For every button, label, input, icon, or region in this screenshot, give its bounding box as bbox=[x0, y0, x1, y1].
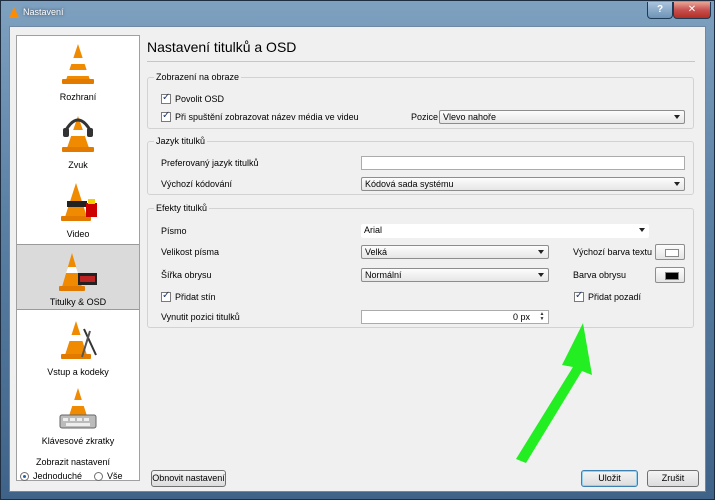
group-title: Efekty titulků bbox=[154, 203, 210, 213]
title-divider bbox=[147, 61, 695, 62]
show-settings-group: Zobrazit nastavení Jednoduché Vše bbox=[16, 457, 140, 487]
font-dropdown[interactable]: Arial bbox=[361, 224, 649, 238]
simple-radio[interactable] bbox=[20, 472, 29, 481]
encoding-label: Výchozí kódování bbox=[161, 179, 233, 189]
close-button[interactable]: ✕ bbox=[673, 2, 711, 19]
font-value: Arial bbox=[364, 225, 383, 235]
sidebar-item-label: Titulky & OSD bbox=[49, 297, 107, 307]
chevron-down-icon bbox=[674, 182, 680, 186]
client-area: Rozhraní Zvuk Video Titulky & OSD Vstup … bbox=[9, 26, 706, 492]
outline-width-value: Normální bbox=[365, 270, 402, 280]
group-title: Jazyk titulků bbox=[154, 136, 208, 146]
position-dropdown[interactable]: Vlevo nahoře bbox=[439, 110, 685, 124]
font-size-dropdown[interactable]: Velká bbox=[361, 245, 549, 259]
force-position-label: Vynutit pozici titulků bbox=[161, 312, 240, 322]
cone-icon bbox=[62, 44, 94, 84]
outline-color-label: Barva obrysu bbox=[573, 270, 627, 280]
reset-preferences-button[interactable]: Obnovit nastavení bbox=[151, 470, 226, 487]
sidebar-item-label: Zvuk bbox=[68, 160, 88, 170]
all-radio-label: Vše bbox=[107, 471, 123, 481]
encoding-dropdown[interactable]: Kódová sada systému bbox=[361, 177, 685, 191]
font-label: Písmo bbox=[161, 226, 187, 236]
cone-keyboard-icon bbox=[59, 388, 97, 429]
sidebar-item-label: Vstup a kodeky bbox=[47, 367, 109, 377]
vlc-cone-icon bbox=[9, 7, 19, 18]
add-shadow-checkbox[interactable] bbox=[161, 290, 171, 302]
chevron-down-icon bbox=[538, 273, 544, 277]
font-size-label: Velikost písma bbox=[161, 247, 220, 257]
cone-clock-icon bbox=[59, 253, 97, 291]
show-media-title-checkbox[interactable] bbox=[161, 110, 171, 122]
add-background-checkbox[interactable] bbox=[574, 290, 584, 302]
sidebar-item-input-codecs[interactable]: Vstup a kodeky bbox=[17, 313, 139, 379]
save-button[interactable]: Uložit bbox=[581, 470, 638, 487]
all-radio[interactable] bbox=[94, 472, 103, 481]
page-title: Nastavení titulků a OSD bbox=[147, 39, 297, 55]
category-sidebar: Rozhraní Zvuk Video Titulky & OSD Vstup … bbox=[16, 35, 140, 481]
sidebar-item-hotkeys[interactable]: Klávesové zkratky bbox=[17, 382, 139, 448]
preferences-window: Nastavení ? ✕ Rozhraní Zvuk Video Titulk… bbox=[0, 0, 715, 500]
sidebar-item-label: Rozhraní bbox=[59, 92, 97, 102]
cone-cables-icon bbox=[61, 321, 97, 359]
effects-group: Efekty titulků Písmo Arial Velikost písm… bbox=[147, 203, 694, 328]
enable-osd-checkbox[interactable] bbox=[161, 92, 171, 104]
outline-color-button[interactable] bbox=[655, 267, 685, 283]
add-background-label: Přidat pozadí bbox=[588, 292, 642, 302]
text-color-label: Výchozí barva textu bbox=[573, 247, 653, 257]
sidebar-item-interface[interactable]: Rozhraní bbox=[17, 38, 139, 104]
cancel-button[interactable]: Zrušit bbox=[647, 470, 699, 487]
annotation-arrow-icon bbox=[516, 323, 592, 463]
force-position-value: 0 px bbox=[512, 312, 530, 322]
language-group: Jazyk titulků Preferovaný jazyk titulků … bbox=[147, 136, 694, 195]
font-size-value: Velká bbox=[365, 247, 388, 257]
outline-width-dropdown[interactable]: Normální bbox=[361, 268, 549, 282]
add-shadow-label: Přidat stín bbox=[175, 292, 216, 302]
sidebar-item-audio[interactable]: Zvuk bbox=[17, 106, 139, 172]
display-group: Zobrazení na obraze Povolit OSD Při spuš… bbox=[147, 72, 694, 129]
force-position-spinbox[interactable]: 0 px ▲ ▼ bbox=[361, 310, 549, 324]
enable-osd-label: Povolit OSD bbox=[175, 94, 225, 104]
outline-width-label: Šířka obrysu bbox=[161, 270, 212, 280]
spin-arrows-icon[interactable]: ▲ ▼ bbox=[537, 312, 547, 322]
show-media-title-label: Při spuštění zobrazovat název média ve v… bbox=[175, 112, 359, 122]
sidebar-item-label: Klávesové zkratky bbox=[41, 436, 115, 446]
preferred-language-input[interactable] bbox=[361, 156, 685, 170]
position-value: Vlevo nahoře bbox=[443, 112, 497, 122]
group-title: Zobrazení na obraze bbox=[154, 72, 242, 82]
chevron-down-icon bbox=[538, 250, 544, 254]
help-button[interactable]: ? bbox=[647, 2, 673, 19]
chevron-down-icon bbox=[639, 228, 645, 232]
sidebar-item-video[interactable]: Video bbox=[17, 175, 139, 241]
window-title: Nastavení bbox=[23, 7, 64, 17]
show-settings-title: Zobrazit nastavení bbox=[36, 457, 111, 467]
cone-headphones-icon bbox=[62, 116, 94, 152]
cone-glasses-icon bbox=[61, 183, 97, 221]
encoding-value: Kódová sada systému bbox=[365, 179, 454, 189]
chevron-down-icon bbox=[674, 115, 680, 119]
title-bar[interactable]: Nastavení ? ✕ bbox=[1, 1, 714, 25]
sidebar-item-subtitles-osd[interactable]: Titulky & OSD bbox=[17, 244, 139, 310]
sidebar-item-label: Video bbox=[66, 229, 90, 239]
simple-radio-label: Jednoduché bbox=[33, 471, 83, 481]
text-color-button[interactable] bbox=[655, 244, 685, 260]
position-label: Pozice bbox=[411, 112, 439, 122]
preferred-language-label: Preferovaný jazyk titulků bbox=[161, 158, 259, 168]
outline-color-swatch bbox=[665, 272, 679, 280]
text-color-swatch bbox=[665, 249, 679, 257]
